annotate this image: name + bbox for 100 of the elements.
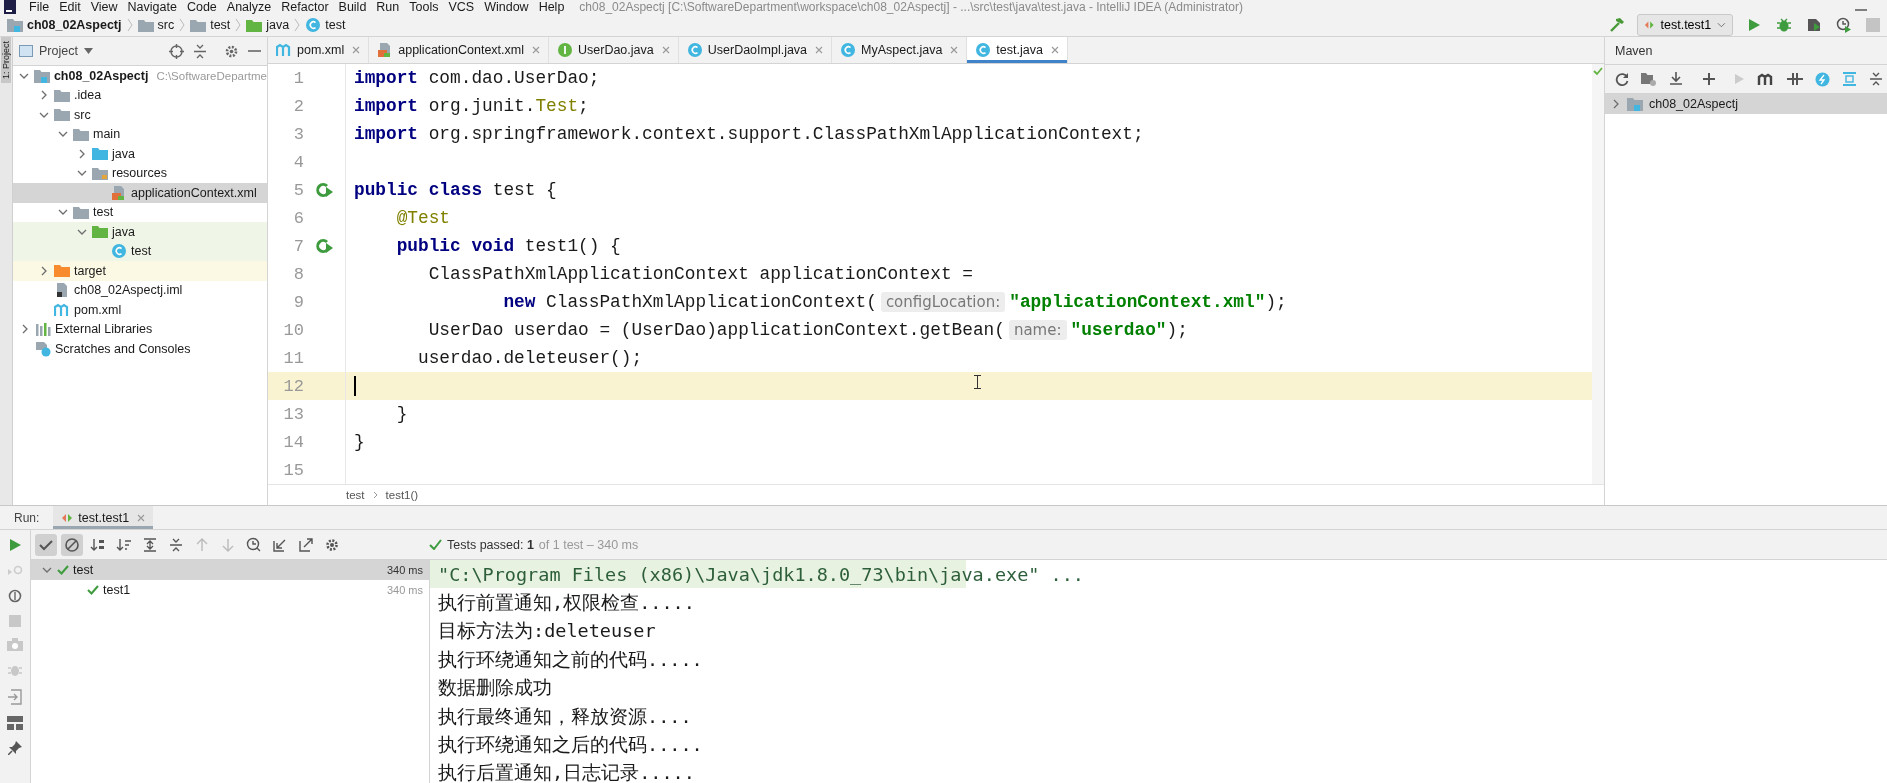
tree-item[interactable]: target — [13, 261, 267, 281]
breadcrumb-item[interactable]: test — [302, 17, 349, 33]
code-line: userdao.deleteuser(); — [417, 348, 643, 369]
line-number: 15 — [282, 460, 304, 480]
test-tree-item[interactable]: test 340 ms — [31, 560, 429, 580]
exit-icon[interactable] — [8, 689, 22, 705]
run-configuration-dropdown[interactable]: test.test1 — [1637, 14, 1733, 36]
menu-item[interactable]: Tools — [404, 0, 444, 14]
tree-item[interactable]: applicationContext.xml — [13, 183, 267, 203]
text-caret — [354, 376, 356, 397]
tree-item[interactable]: Scratches and Consoles — [13, 339, 267, 359]
maven-file-icon — [54, 302, 70, 317]
code-line: @Test — [395, 208, 451, 229]
tree-item[interactable]: External Libraries — [13, 319, 267, 339]
code-line: public class test { — [354, 180, 557, 201]
tree-item[interactable]: pom.xml — [13, 300, 267, 320]
run-icon[interactable] — [1746, 17, 1762, 33]
folder-refresh-icon[interactable] — [1641, 72, 1657, 86]
collapse-all-icon[interactable] — [193, 43, 207, 59]
close-icon[interactable] — [352, 46, 361, 55]
close-icon[interactable] — [950, 46, 959, 55]
class-icon — [305, 17, 322, 33]
skip-tests-icon[interactable] — [1787, 72, 1803, 86]
tree-item[interactable]: ch08_02Aspectj C:\SoftwareDepartme — [13, 66, 267, 86]
line-number: 7 — [292, 236, 304, 256]
tool-window-tab[interactable]: 1: Project — [1, 37, 11, 84]
show-ignored-icon[interactable] — [61, 533, 83, 556]
xml-file-icon — [111, 184, 127, 201]
panel-view-dropdown[interactable]: Project — [19, 44, 93, 58]
editor-tab[interactable]: applicationContext.xml — [369, 37, 549, 64]
rerun-icon[interactable] — [8, 538, 22, 552]
menu-item[interactable]: Help — [533, 0, 570, 14]
menu-item[interactable]: Refactor — [276, 0, 334, 14]
test-tree-item[interactable]: test1 340 ms — [31, 580, 429, 600]
collapse-all-icon[interactable] — [1869, 72, 1883, 86]
profile-icon[interactable] — [1836, 17, 1852, 33]
test-config-icon — [61, 511, 74, 524]
close-icon[interactable] — [815, 46, 824, 55]
tree-item[interactable]: ch08_02Aspectj — [1605, 94, 1887, 114]
editor-tab[interactable]: pom.xml — [268, 37, 370, 64]
menu-item[interactable]: Code — [181, 0, 222, 14]
hammer-icon[interactable] — [1608, 16, 1626, 34]
hide-panel-icon[interactable] — [248, 49, 261, 53]
code-line: UserDao userdao = (UserDao)applicationContext.getBean( name: "userdao"); — [427, 320, 1188, 341]
debug-icon[interactable] — [1776, 17, 1792, 33]
folder-icon — [92, 225, 108, 239]
line-number: 5 — [292, 180, 304, 200]
menu-item[interactable]: Navigate — [122, 0, 182, 14]
tree-item[interactable]: java — [13, 144, 267, 164]
editor-tab[interactable]: test.java — [967, 37, 1068, 64]
code-line: ClassPathXmlApplicationContext applicationContext = — [427, 264, 973, 285]
locate-icon[interactable] — [169, 43, 184, 59]
run-tab[interactable]: test.test1 — [53, 506, 154, 529]
app-logo-icon — [4, 0, 16, 14]
tree-item[interactable]: resources — [13, 163, 267, 183]
tree-item[interactable]: java — [13, 222, 267, 242]
breadcrumb-item[interactable]: java — [243, 18, 293, 32]
show-passed-icon[interactable] — [35, 533, 57, 556]
tree-item[interactable]: src — [13, 105, 267, 125]
menu-item[interactable]: VCS — [443, 0, 480, 14]
run-test-icon[interactable] — [315, 238, 334, 255]
menu-item[interactable]: File — [24, 0, 55, 14]
tree-item[interactable]: main — [13, 124, 267, 144]
tree-item[interactable]: .idea — [13, 85, 267, 105]
settings-icon[interactable] — [224, 43, 239, 59]
menu-item[interactable]: Window — [479, 0, 534, 14]
scrollbar[interactable] — [1592, 64, 1604, 485]
tree-item[interactable]: test — [13, 241, 267, 261]
coverage-icon[interactable] — [1806, 17, 1822, 33]
menu-item[interactable]: Edit — [54, 0, 86, 14]
menu-item[interactable]: Run — [371, 0, 405, 14]
add-icon[interactable] — [1703, 73, 1715, 85]
close-icon[interactable] — [661, 46, 670, 55]
module-folder-icon — [7, 18, 23, 32]
file-icon — [54, 282, 70, 299]
close-icon[interactable] — [532, 46, 540, 55]
line-number: 9 — [292, 292, 304, 312]
menu-item[interactable]: Analyze — [221, 0, 277, 14]
refresh-icon[interactable] — [1615, 72, 1629, 86]
breadcrumb-item[interactable]: ch08_02Aspectj — [4, 18, 125, 32]
run-test-icon[interactable] — [315, 182, 334, 199]
download-icon[interactable] — [1669, 72, 1685, 86]
breadcrumb-item[interactable]: src — [134, 18, 178, 32]
layout-icon[interactable] — [7, 716, 23, 730]
close-icon[interactable] — [1050, 46, 1059, 55]
menu-item[interactable]: Build — [333, 0, 372, 14]
pin-icon[interactable] — [8, 741, 22, 755]
code-line: import org.junit.Test; — [354, 96, 589, 117]
tree-item[interactable]: test — [13, 202, 267, 222]
toggle-auto-test-icon[interactable] — [8, 588, 22, 604]
tree-item[interactable]: ch08_02Aspectj.iml — [13, 280, 267, 300]
breadcrumb-item[interactable]: test1() — [385, 489, 419, 502]
maven-goal-icon[interactable] — [1757, 73, 1775, 85]
code-editor[interactable] — [268, 64, 1592, 485]
breadcrumb-item[interactable]: test — [346, 489, 365, 502]
editor-tab[interactable]: UserDaoImpl.java — [678, 37, 833, 64]
breadcrumb-item[interactable]: test — [187, 18, 234, 32]
editor-tab[interactable]: UserDao.java — [549, 37, 679, 64]
line-number: 4 — [292, 152, 304, 172]
menu-item[interactable]: View — [85, 0, 123, 14]
